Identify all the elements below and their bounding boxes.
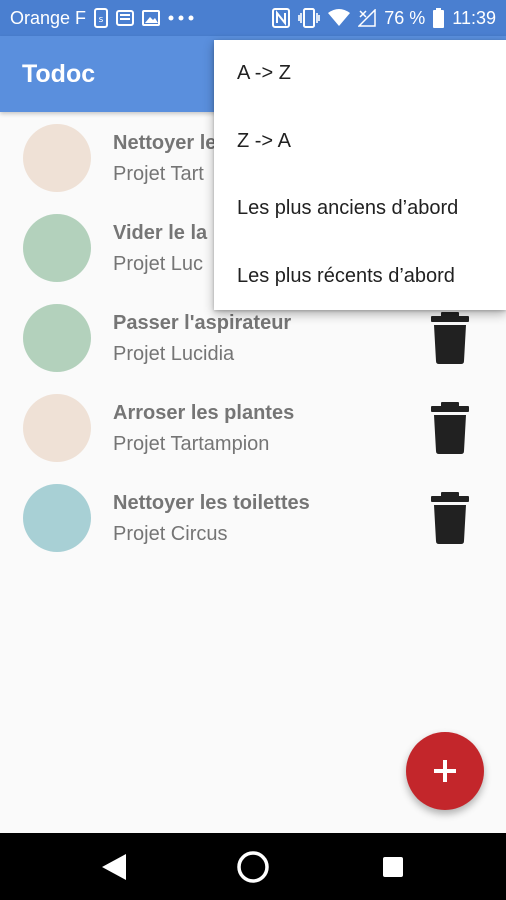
task-project: Projet Tart xyxy=(113,163,204,185)
task-name: Vider le la xyxy=(113,222,208,244)
back-icon xyxy=(102,854,126,880)
app-title: Todoc xyxy=(22,60,96,88)
sort-menu: A -> Z Z -> A Les plus anciens d’abord L… xyxy=(214,40,506,310)
task-name: Arroser les plantes xyxy=(113,402,295,424)
task-project: Projet Luc xyxy=(113,253,204,275)
task-project: Projet Circus xyxy=(113,523,228,545)
trash-icon xyxy=(431,312,469,364)
task-project: Projet Tartampion xyxy=(113,433,270,455)
sort-menu-item-alpha-asc[interactable]: A -> Z xyxy=(214,40,506,107)
battery-percent: 76 % xyxy=(384,7,426,28)
task-project: Projet Lucidia xyxy=(113,343,235,365)
data-saver-icon: s xyxy=(94,8,109,28)
sort-menu-item-newest-first[interactable]: Les plus récents d’abord xyxy=(214,243,506,310)
battery-icon xyxy=(433,8,445,28)
delete-button[interactable] xyxy=(428,490,472,546)
add-task-button[interactable] xyxy=(406,732,484,810)
delete-button[interactable] xyxy=(428,400,472,456)
nfc-icon xyxy=(272,8,291,28)
delete-button[interactable] xyxy=(428,310,472,366)
task-project-color xyxy=(23,484,91,552)
wifi-icon xyxy=(328,9,351,27)
back-button[interactable] xyxy=(95,848,133,886)
carrier-name: Orange F xyxy=(10,7,87,28)
trash-icon xyxy=(431,402,469,454)
sort-menu-item-oldest-first[interactable]: Les plus anciens d’abord xyxy=(214,175,506,242)
recents-icon xyxy=(383,857,403,877)
image-icon xyxy=(142,10,161,26)
no-signal-icon xyxy=(358,9,376,27)
news-icon xyxy=(116,10,135,26)
task-project-color xyxy=(23,214,91,282)
sort-menu-item-alpha-desc[interactable]: Z -> A xyxy=(214,108,506,175)
task-project-color xyxy=(23,394,91,462)
status-bar: Orange F s 76 % 11:39 xyxy=(0,0,506,36)
task-project-color xyxy=(23,124,91,192)
task-name: Nettoyer les toilettes xyxy=(113,492,310,514)
home-button[interactable] xyxy=(234,848,272,886)
clock: 11:39 xyxy=(452,7,496,28)
plus-icon xyxy=(434,760,456,782)
task-name: Passer l'aspirateur xyxy=(113,312,292,334)
status-left: Orange F s xyxy=(10,8,194,29)
more-icon xyxy=(168,15,194,21)
task-name: Nettoyer le xyxy=(113,132,217,154)
system-nav-bar xyxy=(0,833,506,900)
recents-button[interactable] xyxy=(374,848,412,886)
trash-icon xyxy=(431,492,469,544)
svg-text:s: s xyxy=(99,15,104,25)
vibrate-icon xyxy=(298,8,321,28)
task-project-color xyxy=(23,304,91,372)
home-icon xyxy=(237,851,269,883)
status-right: 76 % 11:39 xyxy=(272,8,496,29)
